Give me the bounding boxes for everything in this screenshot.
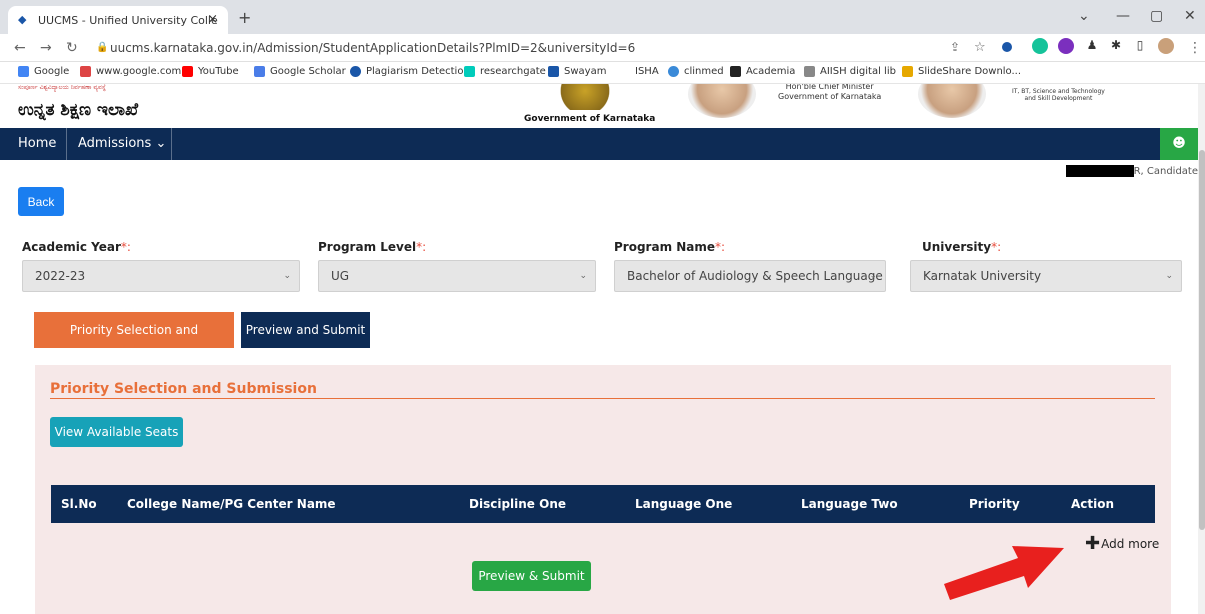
bookmark-aiish[interactable]: AIISH digital lib [804, 66, 896, 77]
table-header: Sl.No College Name/PG Center Name Discip… [51, 485, 1155, 523]
government-caption: Government of Karnataka [524, 114, 656, 124]
url-field[interactable]: 🔒 uucms.karnataka.gov.in/Admission/Stude… [96, 38, 1096, 58]
site-header: ಸಂಪೂರ್ಣ ವಿಶ್ವವಿದ್ಯಾಲಯ ನಿರ್ವಹಣಾ ವ್ಯವಸ್ಥೆ … [0, 84, 1198, 128]
header-subtitle: ಸಂಪೂರ್ಣ ವಿಶ್ವವಿದ್ಯಾಲಯ ನಿರ್ವಹಣಾ ವ್ಯವಸ್ಥೆ [18, 84, 106, 91]
extension-icon[interactable] [1058, 38, 1074, 54]
gmail-icon [80, 66, 91, 77]
bookmark-swayam[interactable]: Swayam [548, 66, 606, 77]
add-more-button[interactable]: ✚ Add more [1085, 533, 1159, 554]
scholar-icon [254, 66, 265, 77]
program-level-select[interactable]: UG ⌄ [318, 260, 596, 292]
cm-caption: Hon'ble Chief Minister Government of Karn… [778, 84, 882, 101]
karnataka-emblem [550, 84, 620, 110]
program-level-label: Program Level*: [318, 240, 427, 254]
column-header: College Name/PG Center Name [127, 497, 336, 511]
column-header: Priority [969, 497, 1020, 511]
column-header: Discipline One [469, 497, 567, 511]
youtube-icon [182, 66, 193, 77]
side-panel-icon[interactable]: ▯ [1132, 38, 1148, 54]
user-account-icon[interactable]: ☻ [1160, 128, 1198, 160]
swayam-icon [548, 66, 559, 77]
extension-icon[interactable]: ♟ [1084, 38, 1100, 54]
profile-avatar[interactable] [1158, 38, 1174, 54]
nav-divider [66, 128, 67, 160]
bookmark-academia[interactable]: Academia [730, 66, 795, 77]
bookmark-researchgate[interactable]: researchgate [464, 66, 546, 77]
candidate-name: R, Candidate [1065, 165, 1198, 177]
column-header: Language One [635, 497, 733, 511]
column-header: Language Two [801, 497, 898, 511]
tab-search-icon[interactable]: ⌄ [1078, 8, 1090, 24]
divider [50, 398, 1155, 399]
program-name-label: Program Name*: [614, 240, 726, 254]
main-navbar: Home Admissions ⌄ ☻ [0, 128, 1198, 160]
academia-icon [730, 66, 741, 77]
tab-close-icon[interactable]: × [207, 12, 218, 27]
researchgate-icon [464, 66, 475, 77]
bookmark-google[interactable]: Google [18, 66, 69, 77]
department-title: ಉನ್ನತ ಶಿಕ್ಷಣ ಇಲಾಖೆ [18, 100, 139, 120]
restore-icon[interactable]: ▢ [1150, 8, 1163, 24]
chevron-down-icon: ⌄ [869, 271, 877, 281]
bookmark-youtube[interactable]: YouTube [182, 66, 239, 77]
minimize-icon[interactable]: — [1116, 8, 1130, 24]
aiish-icon [804, 66, 815, 77]
minister-photo [918, 84, 986, 118]
back-nav-icon[interactable]: ← [14, 40, 26, 56]
chevron-down-icon: ⌄ [579, 271, 587, 281]
panel-title: Priority Selection and Submission [50, 381, 317, 397]
plagiarism-icon [350, 66, 361, 77]
close-window-icon[interactable]: ✕ [1184, 8, 1196, 24]
grammarly-icon[interactable] [1032, 38, 1048, 54]
program-name-select[interactable]: Bachelor of Audiology & Speech Language ⌄ [614, 260, 886, 292]
bookmarks-bar: Google www.google.com YouTube Google Sch… [0, 62, 1205, 84]
chevron-down-icon: ⌄ [1165, 271, 1173, 281]
star-icon[interactable]: ☆ [974, 40, 986, 55]
new-tab-button[interactable]: + [238, 8, 251, 27]
column-header: Action [1071, 497, 1115, 511]
extensions-puzzle-icon[interactable]: ✱ [1108, 38, 1124, 54]
column-header: Sl.No [61, 497, 97, 511]
browser-tab[interactable]: ◆ UUCMS - Unified University Colle × [8, 6, 228, 34]
bookmark-scholar[interactable]: Google Scholar [254, 66, 346, 77]
redacted-name [1065, 165, 1134, 177]
extension-icon[interactable] [1002, 42, 1012, 52]
nav-divider [171, 128, 172, 160]
preview-submit-button[interactable]: Preview & Submit [472, 561, 591, 591]
slideshare-icon [902, 66, 913, 77]
tab-title: UUCMS - Unified University Colle [38, 13, 218, 27]
scrollbar-thumb[interactable] [1199, 150, 1205, 530]
bookmark-isha[interactable]: ISHA [635, 66, 659, 77]
tab-preview-submit[interactable]: Preview and Submit [241, 312, 370, 348]
address-bar-row: ← → ↻ 🔒 uucms.karnataka.gov.in/Admission… [0, 34, 1205, 62]
chevron-down-icon: ⌄ [283, 271, 291, 281]
forward-nav-icon[interactable]: → [40, 40, 52, 56]
share-icon[interactable]: ⇪ [950, 40, 960, 54]
university-label: University*: [922, 240, 1002, 254]
red-arrow-annotation [944, 546, 1064, 600]
bookmark-plagiarism[interactable]: Plagiarism Detectio... [350, 66, 473, 77]
menu-kebab-icon[interactable]: ⋮ [1188, 40, 1202, 56]
google-icon [18, 66, 29, 77]
url-text: uucms.karnataka.gov.in/Admission/Student… [110, 41, 636, 55]
clinmed-icon [668, 66, 679, 77]
minister-caption: IT, BT, Science and Technology and Skill … [1012, 88, 1105, 102]
academic-year-label: Academic Year*: [22, 240, 131, 254]
chief-minister-photo [688, 84, 756, 118]
plus-icon: ✚ [1085, 533, 1101, 554]
bookmark-clinmed[interactable]: clinmed [668, 66, 724, 77]
back-button[interactable]: Back [18, 187, 64, 216]
bookmark-slideshare[interactable]: SlideShare Downlo... [902, 66, 1021, 77]
bookmark-google-com[interactable]: www.google.com [80, 66, 181, 77]
reload-icon[interactable]: ↻ [66, 40, 78, 56]
academic-year-select[interactable]: 2022-23 ⌄ [22, 260, 300, 292]
nav-home[interactable]: Home [8, 128, 66, 160]
site-favicon-icon: ◆ [18, 13, 27, 26]
browser-tab-bar: ◆ UUCMS - Unified University Colle × + ⌄… [0, 0, 1205, 34]
tab-priority-selection[interactable]: Priority Selection and Submission [34, 312, 234, 373]
nav-admissions[interactable]: Admissions ⌄ [68, 128, 176, 160]
view-available-seats-button[interactable]: View Available Seats [50, 417, 183, 447]
lock-icon: 🔒 [96, 42, 109, 53]
university-select[interactable]: Karnatak University ⌄ [910, 260, 1182, 292]
